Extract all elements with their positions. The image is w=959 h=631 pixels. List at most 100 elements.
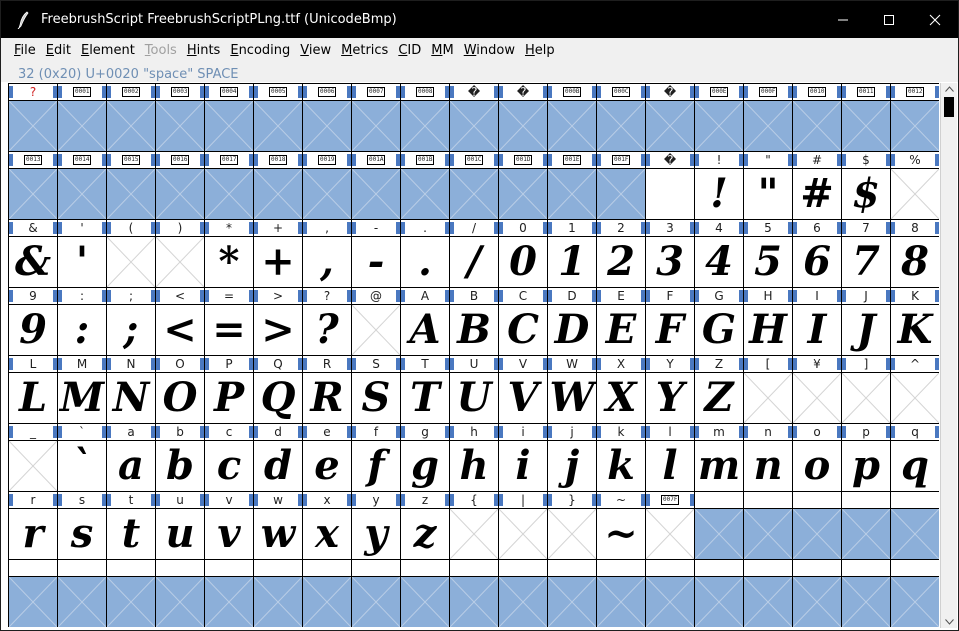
glyph-cell[interactable]: SS bbox=[352, 356, 401, 424]
glyph-cell[interactable]: XX bbox=[597, 356, 646, 424]
glyph-cell[interactable]: VV bbox=[499, 356, 548, 424]
glyph-cell[interactable]: nn bbox=[744, 424, 793, 492]
glyph-cell[interactable]: 001C bbox=[450, 152, 499, 220]
glyph-cell[interactable]: � bbox=[646, 152, 695, 220]
glyph-cell[interactable]: 0014 bbox=[58, 152, 107, 220]
glyph-cell[interactable] bbox=[842, 492, 891, 560]
glyph-cell[interactable]: # # bbox=[793, 152, 842, 220]
glyph-cell[interactable]: 001D bbox=[499, 152, 548, 220]
glyph-cell[interactable]: | bbox=[499, 492, 548, 560]
menu-hints[interactable]: Hints bbox=[182, 40, 226, 62]
glyph-cell[interactable]: ii bbox=[499, 424, 548, 492]
glyph-cell[interactable]: { bbox=[450, 492, 499, 560]
glyph-cell[interactable]: bb bbox=[156, 424, 205, 492]
glyph-cell[interactable] bbox=[107, 560, 156, 627]
menu-mm[interactable]: MM bbox=[426, 40, 458, 62]
glyph-cell[interactable]: " " bbox=[744, 152, 793, 220]
glyph-cell[interactable]: :: bbox=[58, 288, 107, 356]
glyph-cell[interactable]: JJ bbox=[842, 288, 891, 356]
glyph-cell[interactable]: ff bbox=[352, 424, 401, 492]
glyph-cell[interactable]: kk bbox=[597, 424, 646, 492]
glyph-cell[interactable]: jj bbox=[548, 424, 597, 492]
glyph-cell[interactable]: ss bbox=[58, 492, 107, 560]
glyph-cell[interactable]: = = bbox=[205, 288, 254, 356]
glyph-cell[interactable]: } bbox=[548, 492, 597, 560]
menu-element[interactable]: Element bbox=[76, 40, 140, 62]
glyph-cell[interactable] bbox=[646, 560, 695, 627]
glyph-cell[interactable]: vv bbox=[205, 492, 254, 560]
glyph-cell[interactable]: pp bbox=[842, 424, 891, 492]
glyph-cell[interactable]: 0006 bbox=[303, 84, 352, 152]
glyph-cell[interactable] bbox=[744, 492, 793, 560]
glyph-cell[interactable] bbox=[548, 560, 597, 627]
glyph-cell[interactable]: ll bbox=[646, 424, 695, 492]
glyph-cell[interactable]: II bbox=[793, 288, 842, 356]
glyph-cell[interactable] bbox=[891, 560, 939, 627]
glyph-cell[interactable]: 001F bbox=[597, 152, 646, 220]
glyph-cell[interactable]: ww bbox=[254, 492, 303, 560]
menu-view[interactable]: View bbox=[295, 40, 336, 62]
glyph-cell[interactable] bbox=[58, 560, 107, 627]
glyph-cell[interactable]: 0019 bbox=[303, 152, 352, 220]
menu-help[interactable]: Help bbox=[520, 40, 560, 62]
glyph-cell[interactable]: RR bbox=[303, 356, 352, 424]
scroll-down-button[interactable] bbox=[941, 616, 957, 628]
glyph-cell[interactable]: oo bbox=[793, 424, 842, 492]
title-bar[interactable]: FreebrushScript FreebrushScriptPLng.ttf … bbox=[1, 1, 958, 38]
glyph-cell[interactable]: 0015 bbox=[107, 152, 156, 220]
glyph-cell[interactable]: ( bbox=[107, 220, 156, 288]
glyph-cell[interactable]: 000F bbox=[744, 84, 793, 152]
menu-cid[interactable]: CID bbox=[393, 40, 426, 62]
glyph-cell[interactable]: uu bbox=[156, 492, 205, 560]
glyph-cell[interactable]: ] bbox=[842, 356, 891, 424]
glyph-cell[interactable]: @ bbox=[352, 288, 401, 356]
glyph-cell[interactable]: 001A bbox=[352, 152, 401, 220]
glyph-cell[interactable]: 0011 bbox=[842, 84, 891, 152]
glyph-cell[interactable] bbox=[842, 560, 891, 627]
glyph-cell[interactable]: WW bbox=[548, 356, 597, 424]
menu-window[interactable]: Window bbox=[459, 40, 520, 62]
glyph-cell[interactable]: 55 bbox=[744, 220, 793, 288]
glyph-cell[interactable]: DD bbox=[548, 288, 597, 356]
glyph-cell[interactable]: 66 bbox=[793, 220, 842, 288]
glyph-cell[interactable]: 99 bbox=[9, 288, 58, 356]
glyph-cell[interactable]: BB bbox=[450, 288, 499, 356]
glyph-cell[interactable]: ?? bbox=[303, 288, 352, 356]
glyph-cell[interactable]: KK bbox=[891, 288, 939, 356]
glyph-cell[interactable]: 0004 bbox=[205, 84, 254, 152]
glyph-cell[interactable]: !! bbox=[695, 152, 744, 220]
glyph-cell[interactable]: HH bbox=[744, 288, 793, 356]
glyph-cell[interactable]: 000C bbox=[597, 84, 646, 152]
menu-metrics[interactable]: Metrics bbox=[336, 40, 393, 62]
glyph-cell[interactable]: TT bbox=[401, 356, 450, 424]
glyph-cell[interactable]: 88 bbox=[891, 220, 939, 288]
glyph-cell[interactable]: � bbox=[499, 84, 548, 152]
glyph-cell[interactable]: QQ bbox=[254, 356, 303, 424]
glyph-cell[interactable]: 11 bbox=[548, 220, 597, 288]
glyph-cell[interactable] bbox=[9, 560, 58, 627]
glyph-cell[interactable] bbox=[695, 492, 744, 560]
glyph-cell[interactable]: mm bbox=[695, 424, 744, 492]
glyph-cell[interactable]: ,, bbox=[303, 220, 352, 288]
glyph-cell[interactable] bbox=[303, 560, 352, 627]
glyph-cell[interactable]: _ bbox=[9, 424, 58, 492]
glyph-cell[interactable]: rr bbox=[9, 492, 58, 560]
glyph-cell[interactable]: 0012 bbox=[891, 84, 939, 152]
glyph-cell[interactable]: 007F bbox=[646, 492, 695, 560]
glyph-cell[interactable] bbox=[744, 560, 793, 627]
glyph-cell[interactable] bbox=[401, 560, 450, 627]
glyph-cell[interactable] bbox=[891, 492, 939, 560]
glyph-cell[interactable]: yy bbox=[352, 492, 401, 560]
glyph-cell[interactable]: gg bbox=[401, 424, 450, 492]
glyph-cell[interactable]: ¥ bbox=[793, 356, 842, 424]
glyph-cell[interactable]: 00 bbox=[499, 220, 548, 288]
glyph-cell[interactable]: ` ` bbox=[58, 424, 107, 492]
glyph-cell[interactable]: 44 bbox=[695, 220, 744, 288]
minimize-button[interactable] bbox=[820, 1, 866, 38]
glyph-cell[interactable]: 0018 bbox=[254, 152, 303, 220]
maximize-button[interactable] bbox=[866, 1, 912, 38]
menu-encoding[interactable]: Encoding bbox=[225, 40, 295, 62]
glyph-cell[interactable] bbox=[205, 560, 254, 627]
glyph-cell[interactable]: 001B bbox=[401, 152, 450, 220]
glyph-cell[interactable]: 0017 bbox=[205, 152, 254, 220]
